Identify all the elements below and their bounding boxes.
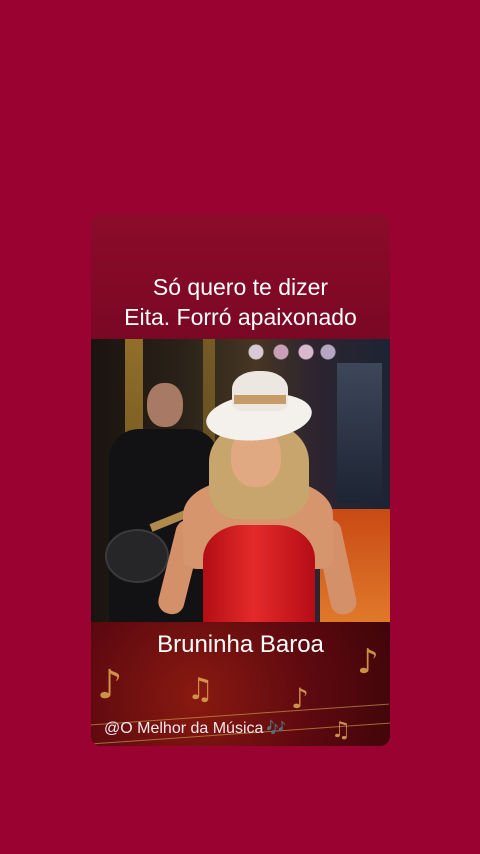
watermark-text: @O Melhor da Música xyxy=(104,720,264,737)
stage-screen xyxy=(337,363,382,503)
music-notes-icon: 🎶 xyxy=(266,718,287,737)
stage-lights xyxy=(236,339,336,365)
music-note-icon: ♪ xyxy=(291,682,309,715)
singer-red-dress xyxy=(203,525,315,622)
video-frame[interactable] xyxy=(91,339,390,622)
story-screen: Só quero te dizer Eita. Forró apaixonado xyxy=(0,0,480,854)
cowboy-hat-band xyxy=(234,395,286,404)
cowboy-hat-crown xyxy=(232,371,288,411)
guitarist-head xyxy=(147,383,183,427)
music-note-icon: ♫ xyxy=(187,672,214,707)
caption-line-1: Só quero te dizer xyxy=(152,274,329,300)
artist-name: Bruninha Baroa xyxy=(157,631,324,658)
music-note-icon: ♫ xyxy=(331,718,351,743)
guitar xyxy=(105,529,169,583)
music-note-icon: ♪ xyxy=(97,662,123,708)
channel-watermark: @O Melhor da Música 🎶 xyxy=(104,718,286,739)
caption-line-2: Eita. Forró apaixonado xyxy=(124,304,357,330)
caption-bottom-banner: ♪ ♫ ♪ ♪ ♫ Bruninha Baroa @O Melhor da Mú… xyxy=(91,622,390,746)
video-post-card[interactable]: Só quero te dizer Eita. Forró apaixonado xyxy=(91,214,390,746)
caption-top-banner: Só quero te dizer Eita. Forró apaixonado xyxy=(91,214,390,339)
